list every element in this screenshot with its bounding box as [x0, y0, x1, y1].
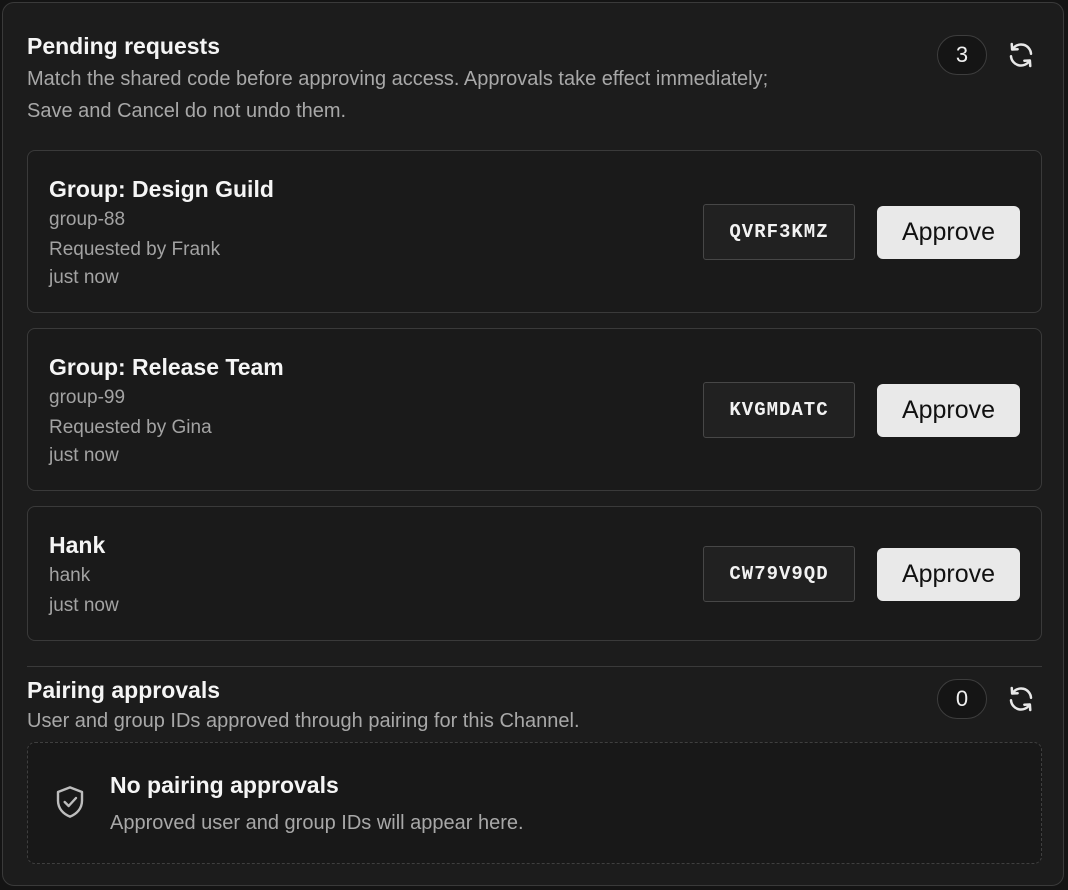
empty-state-description: Approved user and group IDs will appear … — [110, 812, 524, 834]
approve-button[interactable]: Approve — [877, 206, 1020, 259]
refresh-icon — [1009, 686, 1033, 712]
empty-state-title: No pairing approvals — [110, 772, 339, 798]
pairing-approvals-description: User and group IDs approved through pair… — [27, 710, 580, 732]
request-id: hank — [49, 565, 91, 586]
pending-refresh-button[interactable] — [1003, 37, 1039, 73]
pairing-count-badge: 0 — [937, 679, 987, 719]
pairing-code: QVRF3KMZ — [703, 204, 855, 260]
pairing-empty-state: No pairing approvals Approved user and g… — [27, 742, 1042, 864]
request-time: just now — [49, 595, 119, 616]
request-name: Hank — [49, 532, 106, 558]
request-requester: Requested by Gina — [49, 417, 212, 438]
pending-requests-actions: 3 — [937, 35, 1039, 75]
pending-count-badge: 3 — [937, 35, 987, 75]
pairing-approvals-title: Pairing approvals — [27, 677, 221, 703]
approve-button[interactable]: Approve — [877, 548, 1020, 601]
request-card: Group: Design Guild group-88 Requested b… — [27, 150, 1042, 313]
pairing-approvals-header: Pairing approvals User and group IDs app… — [27, 675, 1039, 737]
request-time: just now — [49, 267, 119, 288]
pairing-approvals-actions: 0 — [937, 679, 1039, 719]
shield-check-icon — [56, 786, 84, 818]
pairing-refresh-button[interactable] — [1003, 681, 1039, 717]
request-card: Hank hank just now CW79V9QD Approve — [27, 506, 1042, 641]
request-name: Group: Design Guild — [49, 176, 274, 202]
pending-requests-description: Match the shared code before approving a… — [27, 68, 769, 122]
approve-button[interactable]: Approve — [877, 384, 1020, 437]
pairing-code: KVGMDATC — [703, 382, 855, 438]
request-id: group-99 — [49, 387, 126, 408]
section-divider — [27, 666, 1042, 667]
request-requester: Requested by Frank — [49, 239, 221, 260]
pending-requests-header: Pending requests Match the shared code b… — [27, 31, 1039, 127]
pairing-code: CW79V9QD — [703, 546, 855, 602]
pending-requests-title: Pending requests — [27, 33, 220, 59]
refresh-icon — [1009, 42, 1033, 68]
request-card: Group: Release Team group-99 Requested b… — [27, 328, 1042, 491]
request-time: just now — [49, 445, 119, 466]
access-panel: Pending requests Match the shared code b… — [2, 2, 1064, 886]
request-name: Group: Release Team — [49, 354, 284, 380]
request-id: group-88 — [49, 209, 126, 230]
